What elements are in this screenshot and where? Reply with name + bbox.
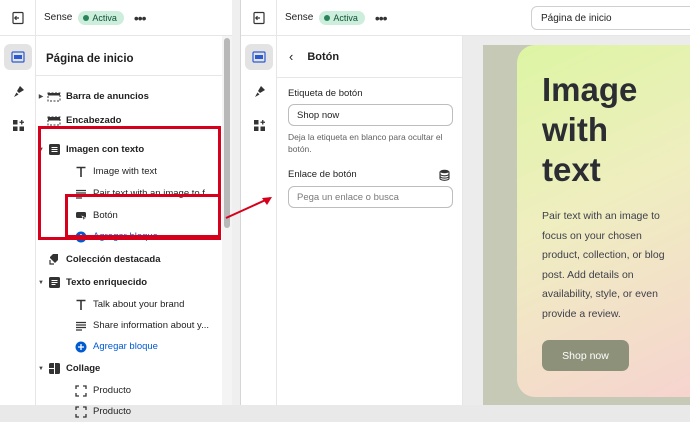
paragraph-icon — [73, 318, 89, 334]
tree-block-label: Producto — [93, 385, 132, 396]
exit-icon — [11, 11, 24, 24]
block-settings-header: ‹ Botón — [277, 36, 462, 78]
top-bar: Sense Activa ••• — [0, 0, 232, 36]
tree-block-label: Share information about y... — [93, 320, 209, 331]
tree-item-label: Colección destacada — [66, 254, 161, 265]
status-badge: Activa — [78, 10, 124, 25]
more-actions-button[interactable]: ••• — [134, 10, 147, 26]
shop-now-button[interactable]: Shop now — [542, 340, 629, 371]
add-block-label: Agregar bloque — [93, 341, 158, 352]
collage-icon — [46, 361, 62, 377]
button-label-help: Deja la etiqueta en blanco para ocultar … — [288, 132, 443, 154]
apps-icon — [12, 119, 24, 131]
page-selector[interactable]: Página de inicio — [531, 6, 690, 30]
dynamic-source-icon[interactable] — [439, 169, 450, 181]
tree-item-label: Encabezado — [66, 115, 122, 126]
store-name: Sense — [44, 12, 73, 23]
status-dot — [83, 14, 90, 21]
exit-icon — [252, 11, 265, 24]
tree-block-producto[interactable]: Producto — [36, 380, 222, 401]
panel-title: Página de inicio — [36, 36, 222, 76]
theme-settings-tab[interactable] — [4, 78, 32, 104]
button-label-input[interactable]: Shop now — [288, 104, 453, 126]
highlight-block-box — [65, 194, 221, 238]
button-link-field-label: Enlace de botón — [288, 169, 462, 181]
back-arrow-icon[interactable]: ‹ — [289, 49, 293, 64]
button-label-field-label: Etiqueta de botón — [288, 88, 462, 99]
hero-title: Image with text — [542, 70, 637, 190]
tree-item-coleccion-destacada[interactable]: Colección destacada — [36, 249, 222, 270]
tree-item-texto-enriquecido[interactable]: ▼ Texto enriquecido — [36, 272, 222, 293]
more-actions-button[interactable]: ••• — [375, 10, 388, 26]
exit-button[interactable] — [241, 0, 277, 36]
plus-circle-icon — [73, 339, 89, 355]
rich-text-icon — [46, 275, 62, 291]
add-block-button[interactable]: Agregar bloque — [36, 336, 222, 357]
caret-right-icon[interactable]: ▶ — [36, 93, 46, 100]
sections-tab[interactable] — [245, 44, 273, 70]
tree-block-producto[interactable]: Producto — [36, 401, 222, 422]
sections-icon — [11, 51, 25, 63]
store-name: Sense — [285, 12, 314, 23]
exit-button[interactable] — [0, 0, 36, 36]
hero-title-line: with — [542, 111, 608, 148]
status-badge-label: Activa — [333, 12, 358, 23]
button-link-input[interactable]: Pega un enlace o busca — [288, 186, 453, 208]
tree-block-label: Producto — [93, 406, 132, 417]
field-label-text: Etiqueta de botón — [288, 88, 363, 99]
caret-down-icon[interactable]: ▼ — [36, 280, 46, 286]
sections-icon — [252, 51, 266, 63]
tree-block-talk-about-brand[interactable]: Talk about your brand — [36, 294, 222, 315]
apps-tab[interactable] — [4, 112, 32, 138]
announcement-bar-icon — [46, 89, 62, 105]
status-badge-label: Activa — [92, 12, 117, 23]
product-frame-icon — [73, 404, 89, 420]
hero-title-line: text — [542, 151, 601, 188]
tree-item-barra-de-anuncios[interactable]: ▶ Barra de anuncios — [36, 86, 222, 107]
status-dot — [324, 14, 331, 21]
paintbrush-icon — [254, 85, 265, 97]
block-settings-title: Botón — [307, 50, 340, 63]
red-arrow-annotation — [225, 197, 272, 219]
apps-tab[interactable] — [245, 112, 273, 138]
sections-tab[interactable] — [4, 44, 32, 70]
hero-body-text: Pair text with an image to focus on your… — [542, 210, 665, 320]
hero-title-line: Image — [542, 71, 638, 108]
caret-down-icon[interactable]: ▼ — [36, 366, 46, 372]
tree-block-label: Talk about your brand — [93, 299, 185, 310]
status-badge: Activa — [319, 10, 365, 25]
tree-item-label: Collage — [66, 363, 101, 374]
text-icon — [73, 297, 89, 313]
product-frame-icon — [73, 383, 89, 399]
tree-item-label: Texto enriquecido — [66, 277, 148, 288]
collection-icon — [46, 252, 62, 268]
tree-block-share-information[interactable]: Share information about y... — [36, 315, 222, 336]
field-label-text: Enlace de botón — [288, 169, 357, 180]
theme-settings-tab[interactable] — [245, 78, 273, 104]
tree-item-label: Barra de anuncios — [66, 91, 149, 102]
editor-icon-sidebar — [0, 36, 36, 405]
block-settings-panel: ‹ Botón Etiqueta de botón Shop now Deja … — [277, 36, 463, 405]
right-editor-screenshot: Sense Activa ••• Página de inicio ‹ Botó… — [240, 0, 690, 405]
apps-icon — [253, 119, 265, 131]
tree-item-collage[interactable]: ▼ Collage — [36, 358, 222, 379]
paintbrush-icon — [13, 85, 24, 97]
